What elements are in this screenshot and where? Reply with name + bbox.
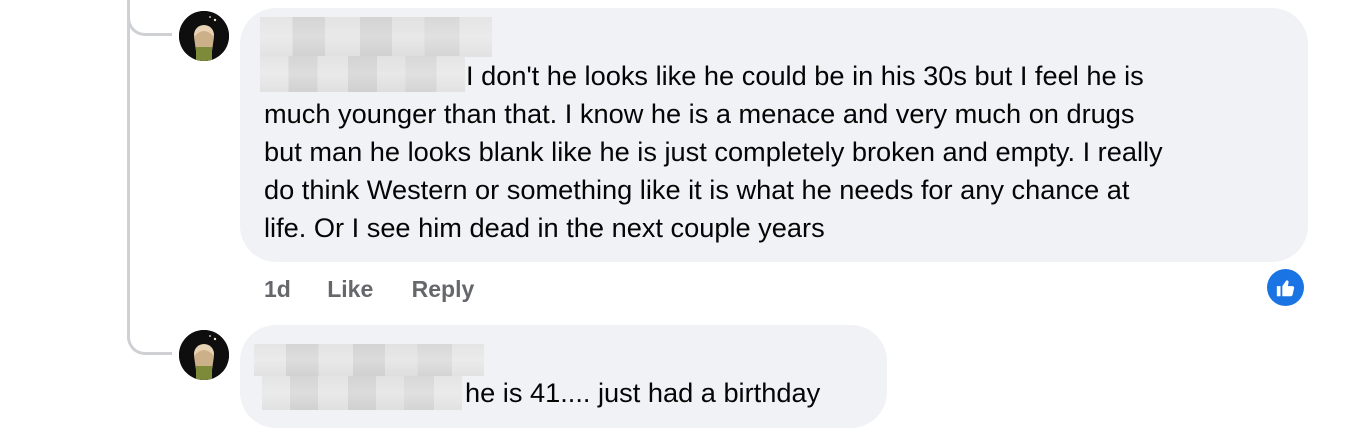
author-name-redacted [254, 344, 484, 376]
comment-text-line: life. Or I see him dead in the next coup… [264, 212, 825, 243]
avatar[interactable] [179, 330, 229, 380]
avatar[interactable] [179, 11, 229, 61]
author-name-redacted [260, 56, 465, 92]
comment-text-line: do think Western or something like it is… [264, 174, 1130, 205]
thread-connector [127, 327, 172, 355]
reaction-badge[interactable] [1267, 269, 1304, 306]
comment-text: much younger than that. I know he is a m… [264, 95, 1163, 247]
thread-connector [127, 8, 172, 36]
comment-timestamp[interactable]: 1d [264, 276, 291, 303]
comment-text-line: but man he looks blank like he is just c… [264, 136, 1163, 167]
thumbs-up-icon [1276, 279, 1294, 296]
author-name-redacted [260, 17, 492, 57]
author-name-redacted [262, 376, 462, 410]
reply-button[interactable]: Reply [412, 276, 475, 303]
thread-line [127, 0, 130, 340]
comment-text-line: much younger than that. I know he is a m… [264, 98, 1135, 129]
comment-text: I don't he looks like he could be in his… [466, 60, 1144, 91]
comment-actions: 1d Like Reply [264, 276, 474, 303]
comment-text: he is 41.... just had a birthday [465, 377, 821, 408]
like-button[interactable]: Like [327, 276, 373, 303]
